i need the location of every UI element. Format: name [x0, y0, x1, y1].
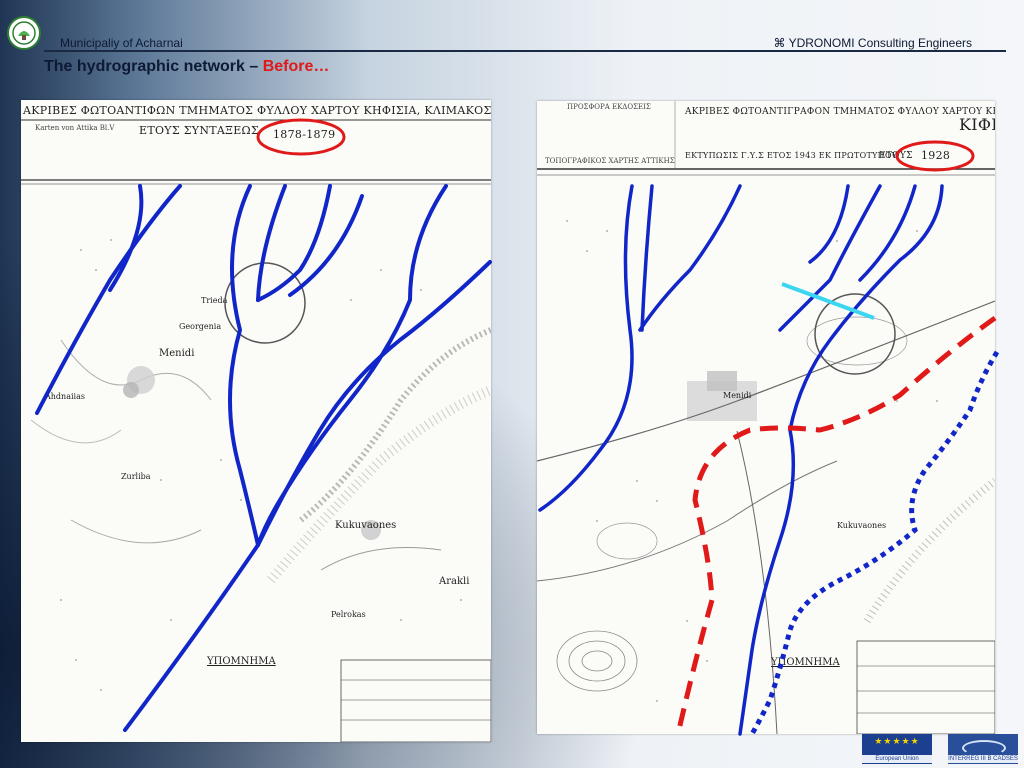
map-1928-topography [537, 101, 995, 734]
map-1928-sub-left: ΤΟΠΟΓΡΑΦΙΚΟΣ ΧΑΡΤΗΣ ΑΤΤΙΚΗΣ [545, 157, 675, 165]
place-kukuvaones: Kukuvaones [335, 520, 397, 531]
map-1928-sub-right: ΕΚΤΥΠΩΣΙΣ Γ.Υ.Σ ΕΤΟΣ 1943 ΕΚ ΠΡΩΤΟΤΥΠΟΥ [685, 151, 898, 160]
municipality-logo [7, 16, 41, 50]
eu-label: European Union [862, 755, 932, 763]
header-divider [44, 50, 1006, 52]
title-prefix: The hydrographic network – [44, 58, 259, 75]
map-1878-caption: ΑΚΡΙΒΕΣ ΦΩΤΟΑΝΤΙΦΩΝ ΤΜΗΜΑΤΟΣ ΦΥΛΛΟΥ ΧΑΡΤ… [23, 104, 491, 117]
interreg-logo: INTERREG III B CADSES [948, 734, 1018, 764]
place-georgenia: Georgenia [179, 322, 222, 331]
interreg-wave-icon [962, 740, 1006, 756]
interreg-label: INTERREG III B CADSES [948, 755, 1018, 763]
eu-stars-icon: ★★★★★ [874, 736, 920, 746]
header-municipality: Municipaliy of Acharnai [60, 36, 183, 50]
title-highlight: Before… [262, 58, 330, 75]
place-kukuvaones-1928: Kukuvaones [837, 521, 887, 530]
map-1878-topography [21, 100, 491, 742]
place-trieda: Trieda [201, 296, 228, 305]
place-pelrokas: Pelrokas [331, 610, 366, 619]
header-company: ⌘ YDRONOMI Consulting Engineers [773, 36, 972, 50]
place-menidi: Menidi [159, 348, 195, 359]
map-1878-years: 1878-1879 [273, 128, 336, 141]
map-1878-legend: ΥΠΟΜΝΗΜΑ [207, 656, 276, 667]
map-1878-subcaption: Karten von Attika Bl.V [35, 124, 115, 132]
map-1928-corner: ΚΙΦΙ [959, 115, 995, 134]
map-1928-legend: ΥΠΟΜΝΗΜΑ [771, 657, 840, 668]
map-1928: ΠΡΟΣΦΟΡΑ ΕΚΔΟΣΕΙΣ ΑΚΡΙΒΕΣ ΦΩΤΟΑΝΤΙΓΡΑΦΟΝ… [537, 101, 995, 734]
place-zurliba: Zurliba [121, 472, 151, 481]
map-1928-caption: ΑΚΡΙΒΕΣ ΦΩΤΟΑΝΤΙΓΡΑΦΟΝ ΤΜΗΜΑΤΟΣ ΦΥΛΛΟΥ Χ… [685, 107, 995, 117]
map-1928-year-label: ΕΤΟΥΣ [879, 151, 913, 161]
eu-flag-logo: ★★★★★ European Union [862, 734, 932, 764]
slide-title: The hydrographic network – Before… [44, 58, 329, 76]
map-1878-1879: ΑΚΡΙΒΕΣ ΦΩΤΟΑΝΤΙΦΩΝ ΤΜΗΜΑΤΟΣ ΦΥΛΛΟΥ ΧΑΡΤ… [21, 100, 491, 742]
map-1928-header-small: ΠΡΟΣΦΟΡΑ ΕΚΔΟΣΕΙΣ [567, 103, 651, 111]
map-1928-year: 1928 [921, 149, 951, 162]
place-menidi-1928: Menidi [723, 391, 752, 400]
map-1878-years-label: ΕΤΟΥΣ ΣΥΝΤΑΞΕΩΣ [139, 124, 260, 137]
place-ahdnaiias: Ahdnaiias [45, 392, 85, 401]
place-arakli: Arakli [439, 576, 470, 587]
